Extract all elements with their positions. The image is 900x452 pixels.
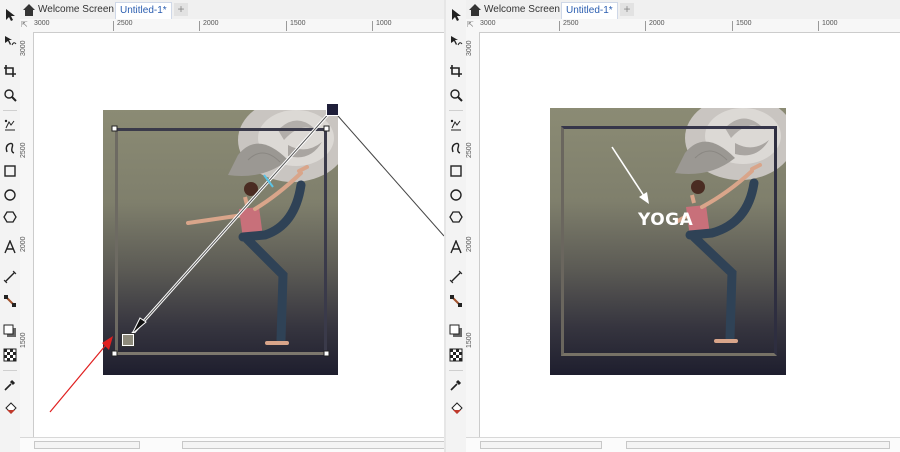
interactive-fill-icon[interactable] bbox=[1, 400, 19, 418]
document-tab-bar: Welcome Screen Untitled-1* + bbox=[20, 0, 444, 20]
zoom-tool-icon[interactable] bbox=[447, 86, 465, 104]
ruler-origin-icon[interactable]: ⇱ bbox=[467, 20, 474, 29]
horizontal-scrollbar[interactable] bbox=[20, 437, 444, 452]
gradient-start-handle[interactable] bbox=[326, 103, 339, 116]
vertical-ruler[interactable]: 3000 2500 2000 1500 bbox=[20, 32, 34, 438]
ruler-label: 2000 bbox=[649, 20, 665, 27]
zoom-connector-line bbox=[337, 115, 444, 237]
ruler-label: 2500 bbox=[563, 20, 579, 27]
ruler-label: 3000 bbox=[20, 40, 27, 56]
ruler-tick bbox=[113, 21, 114, 31]
zoom-tool-icon[interactable] bbox=[1, 86, 19, 104]
annotation-arrow bbox=[49, 339, 111, 413]
artistic-media-icon[interactable] bbox=[1, 138, 19, 156]
rectangle-tool-icon[interactable] bbox=[447, 162, 465, 180]
ruler-label: 1500 bbox=[466, 332, 473, 348]
ruler-label: 2000 bbox=[466, 236, 473, 252]
text-tool-icon[interactable] bbox=[447, 238, 465, 256]
ruler-label: 2000 bbox=[20, 236, 27, 252]
drop-shadow-icon[interactable] bbox=[1, 322, 19, 340]
connector-tool-icon[interactable] bbox=[447, 292, 465, 310]
transparency-tool-icon[interactable] bbox=[447, 346, 465, 364]
document-tab-bar: Welcome Screen Untitled-1* + bbox=[466, 0, 900, 20]
left-screenshot-panel: Welcome Screen Untitled-1* + ⇱ 3000 2500… bbox=[0, 0, 444, 452]
ruler-label: 2000 bbox=[203, 20, 219, 27]
pick-tool-icon[interactable] bbox=[447, 6, 465, 24]
ruler-tick bbox=[818, 21, 819, 31]
pick-tool-icon[interactable] bbox=[1, 6, 19, 24]
poster-artwork[interactable]: YOGA bbox=[550, 108, 786, 375]
freehand-tool-icon[interactable] bbox=[447, 116, 465, 134]
ruler-label: 1500 bbox=[736, 20, 752, 27]
ruler-tick bbox=[559, 21, 560, 31]
interactive-fill-icon[interactable] bbox=[447, 400, 465, 418]
poster-artwork[interactable] bbox=[103, 110, 338, 375]
drop-shadow-icon[interactable] bbox=[447, 322, 465, 340]
ruler-label: 2500 bbox=[117, 20, 133, 27]
horizontal-scrollbar[interactable] bbox=[466, 437, 900, 452]
connector-tool-icon[interactable] bbox=[1, 292, 19, 310]
ruler-label: 3000 bbox=[34, 20, 50, 27]
toolbox bbox=[446, 0, 467, 452]
ruler-label: 1500 bbox=[290, 20, 306, 27]
ruler-label: 3000 bbox=[466, 40, 473, 56]
new-tab-button[interactable]: + bbox=[620, 3, 634, 16]
parallel-dimension-icon[interactable] bbox=[447, 268, 465, 286]
rectangle-tool-icon[interactable] bbox=[1, 162, 19, 180]
crop-tool-icon[interactable] bbox=[1, 62, 19, 80]
ruler-tick bbox=[372, 21, 373, 31]
polygon-tool-icon[interactable] bbox=[1, 208, 19, 226]
ruler-label: 1000 bbox=[376, 20, 392, 27]
toolbox bbox=[0, 0, 21, 452]
ruler-tick bbox=[286, 21, 287, 31]
text-tool-icon[interactable] bbox=[1, 238, 19, 256]
new-tab-button[interactable]: + bbox=[174, 3, 188, 16]
ruler-label: 2500 bbox=[466, 142, 473, 158]
transparency-tool-icon[interactable] bbox=[1, 346, 19, 364]
shape-tool-icon[interactable] bbox=[1, 32, 19, 50]
photo-frame-rectangle[interactable] bbox=[115, 128, 327, 355]
eyedropper-tool-icon[interactable] bbox=[1, 376, 19, 394]
crop-tool-icon[interactable] bbox=[447, 62, 465, 80]
tab-welcome-screen[interactable]: Welcome Screen bbox=[34, 2, 118, 18]
scrollbar-track[interactable] bbox=[480, 441, 602, 449]
right-screenshot-panel: Welcome Screen Untitled-1* + ⇱ 3000 2500… bbox=[446, 0, 900, 452]
ruler-tick bbox=[732, 21, 733, 31]
ruler-label: 3000 bbox=[480, 20, 496, 27]
tab-untitled-1[interactable]: Untitled-1* bbox=[115, 2, 172, 19]
artistic-media-icon[interactable] bbox=[447, 138, 465, 156]
ruler-label: 1500 bbox=[20, 332, 27, 348]
vertical-ruler[interactable]: 3000 2500 2000 1500 bbox=[466, 32, 480, 438]
ruler-label: 2500 bbox=[20, 142, 27, 158]
horizontal-ruler[interactable]: ⇱ 3000 2500 2000 1500 1000 bbox=[466, 19, 900, 33]
ellipse-tool-icon[interactable] bbox=[1, 186, 19, 204]
scrollbar-thumb[interactable] bbox=[626, 441, 890, 449]
scrollbar-track[interactable] bbox=[34, 441, 140, 449]
tab-untitled-1[interactable]: Untitled-1* bbox=[561, 2, 618, 19]
polygon-tool-icon[interactable] bbox=[447, 208, 465, 226]
ellipse-tool-icon[interactable] bbox=[447, 186, 465, 204]
ruler-tick bbox=[199, 21, 200, 31]
photo-frame-rectangle[interactable] bbox=[561, 126, 777, 356]
eyedropper-tool-icon[interactable] bbox=[447, 376, 465, 394]
horizontal-ruler[interactable]: ⇱ 3000 2500 2000 1500 1000 bbox=[20, 19, 444, 33]
gradient-end-handle[interactable] bbox=[121, 333, 135, 347]
ruler-tick bbox=[645, 21, 646, 31]
tab-welcome-screen[interactable]: Welcome Screen bbox=[480, 2, 564, 18]
scrollbar-thumb[interactable] bbox=[182, 441, 444, 449]
ruler-label: 1000 bbox=[822, 20, 838, 27]
freehand-tool-icon[interactable] bbox=[1, 116, 19, 134]
shape-tool-icon[interactable] bbox=[447, 32, 465, 50]
parallel-dimension-icon[interactable] bbox=[1, 268, 19, 286]
ruler-origin-icon[interactable]: ⇱ bbox=[21, 20, 28, 29]
